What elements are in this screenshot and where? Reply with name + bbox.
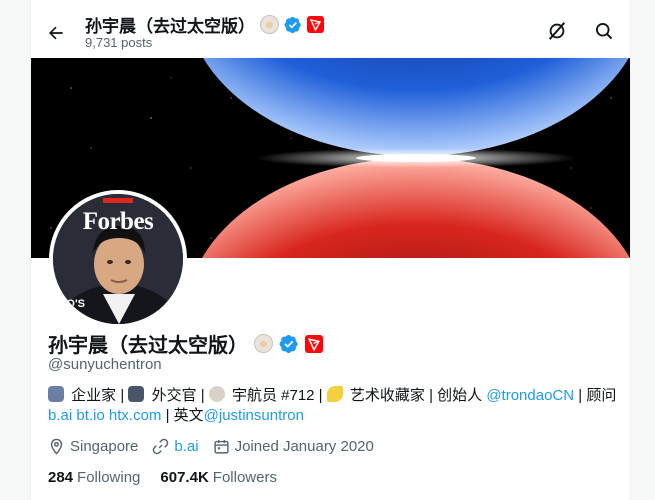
follow-stats: 284 Following 607.4K Followers <box>48 469 277 486</box>
search-button[interactable] <box>592 19 616 43</box>
bio-text: 宇航员 #712 | <box>227 387 327 404</box>
profile-joined: Joined January 2020 <box>213 438 374 455</box>
following-count: 284 <box>48 469 74 486</box>
profile-column: 孙宇晨（去过太空版） 9,731 posts Forbes PIO'S 孙宇晨（… <box>30 0 631 500</box>
verified-badge-icon[interactable] <box>284 16 302 34</box>
followers-link[interactable]: 607.4K Followers <box>160 469 277 486</box>
bio-mention-justinsuntron[interactable]: @justinsuntron <box>204 407 304 424</box>
profile-avatar[interactable]: Forbes PIO'S <box>49 190 187 328</box>
followers-label: Followers <box>212 469 277 486</box>
profile-bio: 企业家 | 外交官 | 宇航员 #712 | 艺术收藏家 | 创始人 @tron… <box>48 386 618 426</box>
tron-logo-icon[interactable] <box>305 334 323 353</box>
header-name-row: 孙宇晨（去过太空版） <box>85 12 324 37</box>
profile-handle: @sunyuchentron <box>48 356 162 373</box>
bio-link-htx-com[interactable]: htx.com <box>109 407 162 424</box>
following-link[interactable]: 284 Following <box>48 469 140 486</box>
profile-website[interactable]: b.ai <box>152 438 199 455</box>
bio-text: 外交官 | <box>147 387 209 404</box>
profile-display-name: 孙宇晨（去过太空版） <box>48 335 248 357</box>
following-label: Following <box>77 469 141 486</box>
bio-link-b-ai[interactable]: b.ai <box>48 407 72 424</box>
astronaut-emoji-icon <box>208 386 225 402</box>
avatar-cover-text: PIO'S <box>56 298 85 310</box>
website-link[interactable]: b.ai <box>174 438 198 455</box>
location-text: Singapore <box>70 438 139 455</box>
bio-line-1: 企业家 | 外交官 | 宇航员 #712 | 艺术收藏家 | 创始人 @tron… <box>48 386 618 406</box>
joined-text: Joined January 2020 <box>234 438 374 455</box>
grok-icon <box>548 22 566 40</box>
grok-button[interactable] <box>545 19 569 43</box>
profile-meta-row: Singapore b.ai Joined January 2020 <box>48 438 388 455</box>
verified-badge-icon[interactable] <box>279 334 299 354</box>
avatar-magazine-title: Forbes <box>82 208 154 235</box>
link-icon <box>153 438 169 455</box>
bio-text: 艺术收藏家 | 创始人 <box>345 387 487 404</box>
profile-location: Singapore <box>48 438 138 455</box>
bio-link-bt-io[interactable]: bt.io <box>76 407 104 424</box>
header-display-name: 孙宇晨（去过太空版） <box>85 17 255 36</box>
profile-header-bar: 孙宇晨（去过太空版） 9,731 posts <box>31 0 630 58</box>
astronaut-emoji-icon <box>260 15 279 34</box>
back-button[interactable] <box>43 20 69 46</box>
profile-name-row: 孙宇晨（去过太空版） <box>48 329 323 358</box>
followers-count: 607.4K <box>160 469 209 486</box>
header-post-count: 9,731 posts <box>85 35 153 50</box>
location-pin-icon <box>50 438 63 455</box>
calendar-icon <box>213 440 229 454</box>
businessman-emoji-icon <box>48 386 64 402</box>
bio-mention-trondaocn[interactable]: @trondaoCN <box>486 387 574 404</box>
diplomat-emoji-icon <box>128 386 145 402</box>
banana-emoji-icon <box>326 386 343 402</box>
astronaut-emoji-icon <box>254 334 273 353</box>
tron-logo-icon[interactable] <box>307 16 324 33</box>
bio-line-2: b.ai bt.io htx.com | 英文@justinsuntron <box>48 406 618 426</box>
search-icon <box>596 23 613 40</box>
bio-text: | 顾问 <box>574 387 617 404</box>
arrow-left-icon <box>48 26 63 40</box>
bio-text: | 英文 <box>161 407 204 424</box>
bio-text: 企业家 | <box>67 387 129 404</box>
